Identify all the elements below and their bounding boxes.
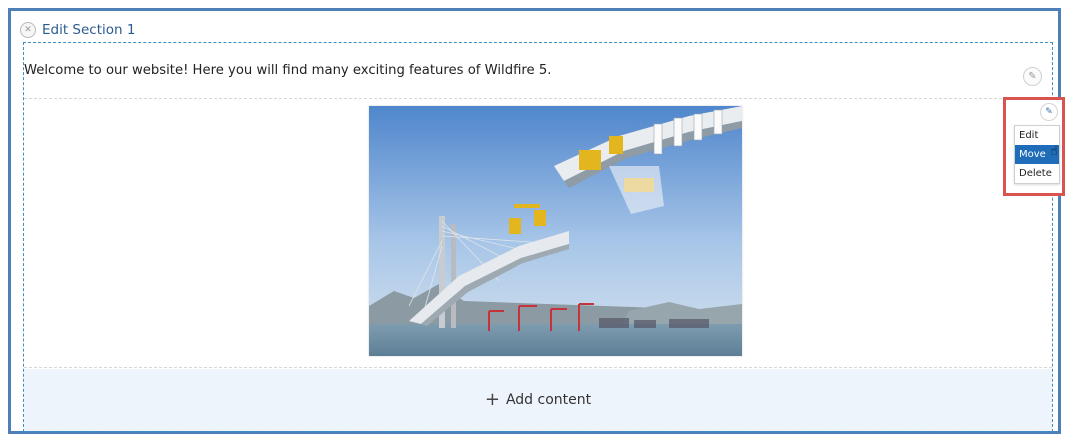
menu-item-edit[interactable]: Edit: [1015, 126, 1059, 145]
editor-frame: ✕ Edit Section 1 Welcome to our website!…: [8, 8, 1061, 434]
menu-item-delete[interactable]: Delete: [1015, 164, 1059, 183]
section-title: Edit Section 1: [42, 22, 136, 38]
section-header: ✕ Edit Section 1: [20, 18, 135, 42]
bridge-photo: [369, 106, 742, 356]
text-content-block[interactable]: Welcome to our website! Here you will fi…: [24, 43, 1052, 99]
close-icon[interactable]: ✕: [20, 22, 36, 38]
context-menu: Edit Move Delete: [1014, 125, 1060, 184]
add-content-label: Add content: [505, 392, 592, 408]
add-content-button[interactable]: + Add content: [24, 369, 1052, 431]
pencil-icon[interactable]: ✎: [1040, 103, 1058, 121]
menu-item-move[interactable]: Move: [1015, 145, 1059, 164]
pencil-icon[interactable]: ✎: [1023, 67, 1042, 86]
welcome-text: Welcome to our website! Here you will fi…: [24, 63, 552, 78]
section-body: Welcome to our website! Here you will fi…: [23, 42, 1053, 432]
image-content-block[interactable]: [24, 100, 1052, 368]
plus-icon: +: [484, 389, 500, 410]
context-menu-highlight: ✎ Edit Move Delete ☝: [1003, 97, 1065, 196]
